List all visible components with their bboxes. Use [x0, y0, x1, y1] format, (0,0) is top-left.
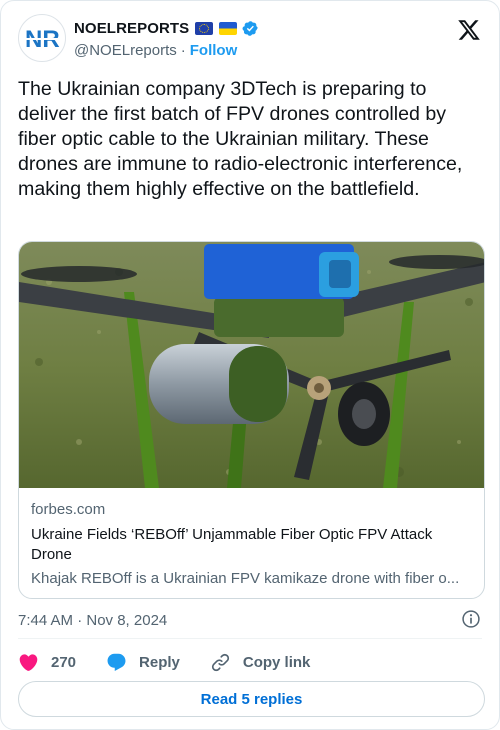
link-description: Khajak REBOff is a Ukrainian FPV kamikaz… — [31, 570, 460, 587]
follow-button[interactable]: Follow — [190, 42, 238, 59]
display-name[interactable]: NOELREPORTS — [74, 20, 189, 37]
link-meta: forbes.com Ukraine Fields ‘REBOff’ Unjam… — [31, 500, 472, 588]
heart-icon — [19, 653, 38, 671]
avatar[interactable]: NR — [18, 14, 66, 62]
timestamp[interactable]: 7:44 AM · Nov 8, 2024 — [18, 612, 167, 629]
tweet-text: The Ukrainian company 3DTech is preparin… — [18, 78, 463, 200]
tweet-header: NR NOELREPORTS @NOELreports · Follow — [18, 14, 485, 64]
tweet-card: NR NOELREPORTS @NOELreports · Follow The… — [0, 0, 500, 730]
read-replies-button[interactable]: Read 5 replies — [18, 681, 485, 717]
copy-link-button[interactable]: Copy link — [210, 652, 311, 673]
copy-link-label: Copy link — [242, 653, 311, 671]
verified-badge-icon — [242, 20, 259, 36]
noelreports-logo-icon: NR — [22, 26, 62, 52]
separator-dot: · — [180, 42, 186, 59]
reply-bubble-icon — [107, 653, 126, 671]
reply-label: Reply — [139, 653, 180, 671]
reply-button[interactable]: Reply — [106, 652, 180, 673]
link-preview-card[interactable]: forbes.com Ukraine Fields ‘REBOff’ Unjam… — [18, 241, 485, 599]
action-bar: 270 Reply Copy link — [18, 649, 340, 675]
author-names: NOELREPORTS @NOELreports · Follow — [74, 18, 259, 59]
link-title[interactable]: Ukraine Fields ‘REBOff’ Unjammable Fiber… — [31, 525, 472, 565]
ukraine-flag-icon — [219, 21, 238, 35]
link-domain: forbes.com — [31, 501, 106, 518]
info-icon[interactable] — [461, 609, 481, 629]
eu-flag-icon — [195, 21, 214, 35]
author-handle[interactable]: @NOELreports — [74, 42, 177, 59]
link-icon — [211, 653, 229, 671]
divider — [18, 638, 482, 639]
drone-photo[interactable] — [19, 242, 485, 488]
like-count: 270 — [51, 653, 77, 671]
like-button[interactable]: 270 — [18, 652, 76, 673]
x-logo-icon[interactable] — [457, 18, 481, 42]
timestamp-row: 7:44 AM · Nov 8, 2024 — [18, 609, 485, 631]
